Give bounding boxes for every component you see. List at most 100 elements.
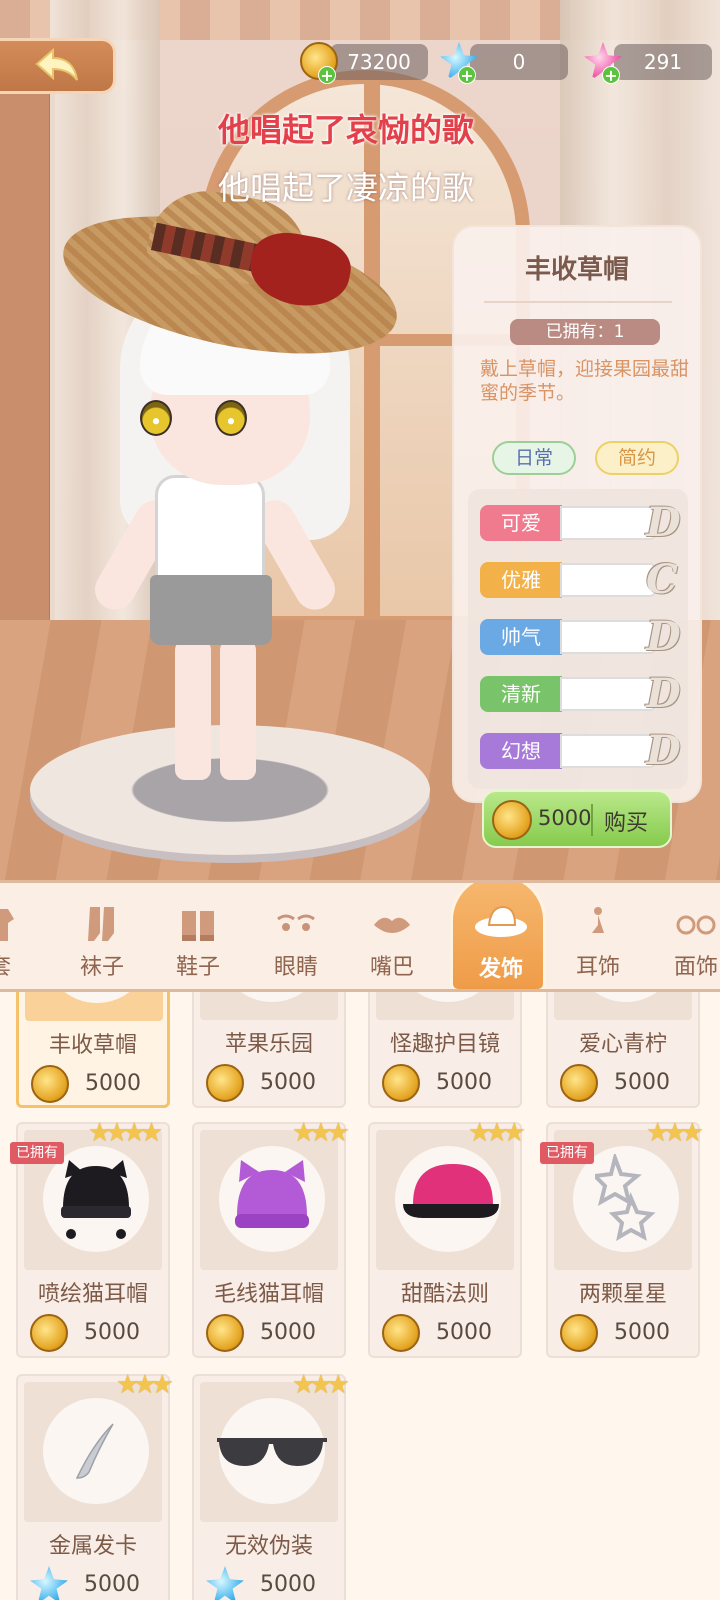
stat-bar — [560, 734, 656, 768]
style-tag-simple: 简约 — [595, 441, 679, 475]
stat-grade: C — [646, 556, 678, 603]
mouth-icon — [374, 917, 410, 933]
tab-shoes[interactable]: 鞋子 — [150, 883, 246, 989]
two-stars-clip-icon — [595, 1154, 656, 1242]
add-gold-icon[interactable]: + — [318, 66, 336, 85]
item-card[interactable]: ★★★ 已拥有 两颗星星 5000 — [540, 1118, 704, 1358]
currency-gold[interactable]: + 73200 — [300, 42, 428, 85]
gold-coin-icon — [382, 1064, 420, 1102]
back-arrow-icon — [34, 48, 78, 81]
character-tank-top — [155, 475, 265, 585]
rarity-stars: ★★★ — [116, 1370, 174, 1400]
stat-bar — [560, 506, 656, 540]
baseball-cap-icon — [403, 1164, 499, 1218]
tab-outfit[interactable]: 套 — [0, 883, 48, 989]
tab-label: 眼睛 — [273, 955, 318, 980]
currency-blue-diamond[interactable]: + 0 — [440, 42, 568, 85]
gold-coin-icon — [30, 1314, 68, 1352]
category-tab-bar: 套 袜子 鞋子 眼睛 嘴巴 发饰 耳饰 面饰 — [0, 880, 720, 992]
gold-coin-icon — [206, 1064, 244, 1102]
add-pink-diamond-icon[interactable]: + — [602, 66, 620, 85]
owned-badge: 已拥有 — [540, 1142, 594, 1164]
item-title: 丰收草帽 — [524, 255, 629, 285]
item-price: 5000 — [260, 1070, 316, 1095]
gold-coin-icon — [560, 1064, 598, 1102]
style-tag-daily: 日常 — [492, 441, 576, 475]
item-name: 甜酷法则 — [400, 1282, 489, 1307]
tab-label: 套 — [0, 949, 48, 981]
currency-pink-diamond[interactable]: + 291 — [584, 42, 712, 85]
item-price: 5000 — [85, 1071, 141, 1096]
item-price: 5000 — [260, 1320, 316, 1345]
character-avatar[interactable] — [51, 181, 409, 795]
tab-earring[interactable]: 耳饰 — [550, 883, 646, 989]
owned-badge: 已拥有 — [10, 1142, 64, 1164]
stat-bar — [560, 620, 656, 654]
socks-icon — [88, 907, 114, 941]
character-leg-left — [175, 640, 211, 780]
item-name: 毛线猫耳帽 — [213, 1282, 324, 1307]
item-thumbnail — [376, 1130, 514, 1270]
item-card[interactable]: 怪趣护目镜 5000 — [368, 992, 522, 1108]
tab-hair-accessory[interactable]: 发饰 — [450, 883, 546, 989]
tab-eyes[interactable]: 眼睛 — [248, 883, 344, 989]
tab-face-accessory[interactable]: 面饰 — [648, 883, 720, 989]
item-description: 戴上草帽，迎接果园最甜蜜的季节。 — [480, 358, 690, 404]
item-card[interactable]: ★★★ 甜酷法则 5000 — [368, 1118, 526, 1358]
item-name: 苹果乐园 — [224, 1032, 313, 1057]
gold-coin-icon — [382, 1314, 420, 1352]
buy-separator — [591, 804, 593, 836]
tab-mouth[interactable]: 嘴巴 — [344, 883, 440, 989]
title-divider — [484, 301, 672, 303]
item-thumbnail — [376, 992, 514, 1020]
currency-pink-diamond-value: 291 — [614, 44, 712, 80]
rarity-stars: ★★★ — [646, 1118, 704, 1148]
tab-label: 发饰 — [478, 957, 523, 982]
add-blue-diamond-icon[interactable]: + — [458, 66, 476, 85]
item-card[interactable]: ★★★ 毛线猫耳帽 5000 — [192, 1118, 350, 1358]
earring-icon — [592, 907, 604, 933]
blue-diamond-icon — [30, 1566, 68, 1600]
tab-socks[interactable]: 袜子 — [54, 883, 150, 989]
hat-icon — [475, 905, 527, 937]
item-name: 金属发卡 — [48, 1534, 137, 1559]
lyric-line-1: 他唱起了哀恸的歌 — [218, 111, 475, 149]
stat-cool: 帅气 D — [480, 613, 681, 660]
owned-count: 已拥有：1 — [510, 319, 660, 345]
item-card[interactable]: 爱心青柠 5000 — [546, 992, 700, 1108]
gold-coin-icon — [492, 800, 532, 840]
item-card[interactable]: ★★★ 无效伪装 5000 — [192, 1370, 350, 1600]
stat-grade: D — [646, 670, 681, 717]
buy-button[interactable]: 5000 购买 — [482, 790, 672, 848]
item-card[interactable]: ★★★ 金属发卡 5000 — [16, 1370, 174, 1600]
rarity-stars: ★★★★ — [88, 1118, 163, 1148]
tab-label: 鞋子 — [175, 955, 220, 980]
back-button[interactable] — [0, 38, 116, 94]
rarity-stars: ★★★ — [468, 1118, 526, 1148]
item-card[interactable]: 丰收草帽 5000 — [16, 992, 170, 1108]
currency-blue-diamond-value: 0 — [470, 44, 568, 80]
item-name: 无效伪装 — [224, 1534, 313, 1559]
yarn-cat-hat-icon — [235, 1160, 309, 1228]
item-name: 喷绘猫耳帽 — [37, 1282, 148, 1307]
item-thumbnail — [554, 992, 692, 1020]
currency-gold-value: 73200 — [330, 44, 428, 80]
blue-diamond-icon — [206, 1566, 244, 1600]
glasses-icon — [676, 915, 716, 935]
item-thumbnail — [200, 1130, 338, 1270]
stat-grade: D — [646, 727, 681, 774]
stat-label: 帅气 — [480, 619, 562, 655]
rarity-stars: ★★★ — [292, 1370, 350, 1400]
item-card[interactable]: ★★★★ 已拥有 喷绘猫耳帽 5000 — [10, 1118, 170, 1358]
stat-label: 幻想 — [480, 733, 562, 769]
item-name: 怪趣护目镜 — [389, 1032, 500, 1057]
stat-label: 清新 — [480, 676, 562, 712]
item-price: 5000 — [84, 1320, 140, 1345]
item-info-panel: 丰收草帽 已拥有：1 戴上草帽，迎接果园最甜蜜的季节。 日常 简约 可爱 D 优… — [452, 225, 702, 803]
item-thumbnail — [200, 992, 338, 1020]
tab-label: 袜子 — [79, 955, 124, 980]
gold-coin-icon — [560, 1314, 598, 1352]
item-name: 爱心青柠 — [578, 1032, 667, 1057]
item-card[interactable]: 苹果乐园 5000 — [192, 992, 346, 1108]
stat-fresh: 清新 D — [480, 670, 681, 717]
